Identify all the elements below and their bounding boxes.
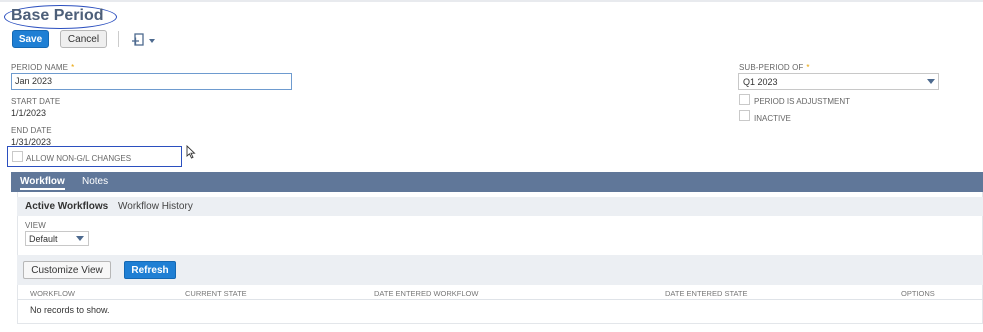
save-button[interactable]: Save [12, 30, 49, 48]
tab-workflow[interactable]: Workflow [20, 176, 65, 190]
tab-notes[interactable]: Notes [82, 176, 108, 187]
column-header-options: OPTIONS [901, 289, 935, 298]
sub-period-of-label: SUB-PERIOD OF * [739, 63, 810, 72]
period-name-label: PERIOD NAME * [11, 63, 75, 72]
column-header-workflow[interactable]: WORKFLOW [30, 289, 75, 298]
table-header-divider [17, 299, 983, 300]
view-label: VIEW [25, 221, 46, 230]
view-value: Default [29, 234, 58, 244]
required-mark: * [806, 63, 810, 72]
period-is-adjustment-label: PERIOD IS ADJUSTMENT [754, 97, 851, 106]
chevron-down-icon[interactable] [76, 236, 84, 241]
tab-bar: Workflow Notes [11, 172, 983, 192]
chevron-down-icon[interactable] [927, 79, 935, 84]
empty-table-message: No records to show. [30, 305, 110, 315]
customize-view-button[interactable]: Customize View [23, 261, 111, 279]
top-border [0, 0, 983, 2]
subtab-bar: Active Workflows Workflow History [17, 197, 983, 216]
sub-period-of-select[interactable]: Q1 2023 [738, 73, 939, 90]
end-date-label: END DATE [11, 126, 52, 135]
refresh-button[interactable]: Refresh [124, 261, 176, 279]
allow-non-gl-checkbox[interactable] [12, 151, 23, 162]
column-header-date-entered-workflow[interactable]: DATE ENTERED WORKFLOW [374, 289, 478, 298]
inactive-checkbox[interactable] [739, 110, 750, 121]
inactive-label: INACTIVE [754, 114, 791, 123]
subtab-active-workflows[interactable]: Active Workflows [25, 201, 108, 212]
cancel-button[interactable]: Cancel [60, 30, 107, 48]
mouse-cursor-icon [186, 144, 196, 162]
start-date-label: START DATE [11, 97, 61, 106]
column-header-date-entered-state[interactable]: DATE ENTERED STATE [665, 289, 748, 298]
period-name-input[interactable]: Jan 2023 [11, 73, 292, 90]
allow-non-gl-label: ALLOW NON-G/L CHANGES [26, 154, 132, 163]
column-header-current-state[interactable]: CURRENT STATE [185, 289, 247, 298]
subtab-workflow-history[interactable]: Workflow History [118, 201, 193, 212]
sub-period-of-value: Q1 2023 [743, 77, 778, 87]
toolbar-divider [118, 31, 119, 47]
page-title: Base Period [11, 7, 104, 24]
start-date-value: 1/1/2023 [11, 108, 47, 118]
print-dropdown-icon[interactable] [131, 31, 157, 49]
required-mark: * [71, 63, 75, 72]
period-is-adjustment-checkbox[interactable] [739, 94, 750, 105]
